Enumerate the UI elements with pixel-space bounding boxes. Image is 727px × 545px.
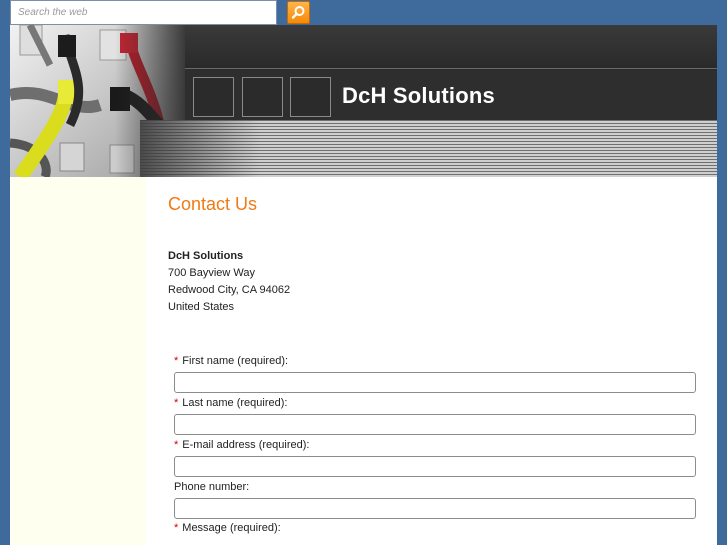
search-input[interactable] bbox=[10, 0, 277, 25]
first-name-label: * First name (required): bbox=[174, 355, 289, 367]
email-label: * E-mail address (required): bbox=[174, 439, 310, 451]
required-mark: * bbox=[174, 522, 179, 534]
required-mark: * bbox=[174, 439, 179, 451]
country-address: United States bbox=[168, 301, 235, 313]
page-title: Contact Us bbox=[168, 194, 258, 214]
city-address: Redwood City, CA 94062 bbox=[168, 284, 291, 296]
message-label: * Message (required): bbox=[174, 522, 281, 534]
search-bar bbox=[10, 0, 310, 25]
last-name-field[interactable] bbox=[174, 414, 696, 435]
logo-square-1 bbox=[193, 77, 234, 117]
logo-square-2 bbox=[242, 77, 283, 117]
search-button[interactable] bbox=[287, 1, 310, 24]
email-field[interactable] bbox=[174, 456, 696, 477]
phone-field[interactable] bbox=[174, 498, 696, 519]
required-mark: * bbox=[174, 397, 179, 409]
site-header: DcH Solutions bbox=[10, 25, 717, 177]
required-mark: * bbox=[174, 355, 179, 367]
header-band bbox=[185, 25, 717, 69]
search-icon bbox=[291, 6, 305, 19]
main-content: Contact Us DcH Solutions 700 Bayview Way… bbox=[146, 177, 717, 545]
phone-label: Phone number: bbox=[174, 481, 250, 493]
site-title: DcH Solutions bbox=[342, 83, 495, 108]
logo-square-3 bbox=[290, 77, 331, 117]
street-address: 700 Bayview Way bbox=[168, 267, 256, 279]
first-name-field[interactable] bbox=[174, 372, 696, 393]
last-name-label: * Last name (required): bbox=[174, 397, 288, 409]
company-name: DcH Solutions bbox=[168, 250, 244, 262]
left-sidebar bbox=[10, 177, 146, 545]
